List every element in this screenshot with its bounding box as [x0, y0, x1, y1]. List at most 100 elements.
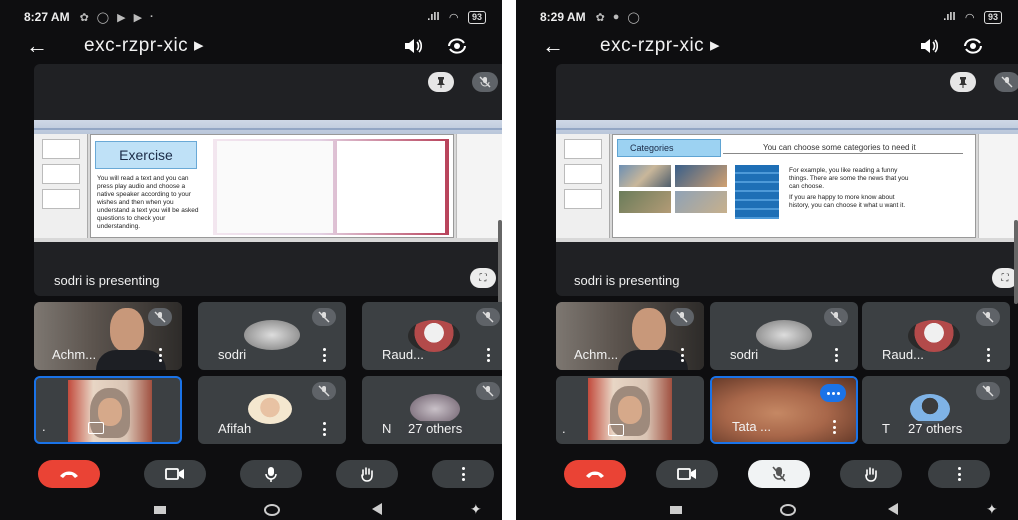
home-icon[interactable] [780, 504, 796, 516]
more-vert-icon[interactable] [158, 348, 162, 362]
scrollbar[interactable] [1014, 220, 1018, 304]
shared-slide: Exercise You will read a text and you ca… [34, 120, 502, 242]
raise-hand-button[interactable] [336, 460, 398, 488]
scrollbar[interactable] [498, 220, 502, 304]
more-vert-icon[interactable] [986, 348, 990, 362]
more-vert-icon[interactable] [322, 348, 326, 362]
arrow-left-icon[interactable]: ← [542, 34, 564, 58]
more-vert-icon[interactable] [486, 348, 490, 362]
participant-tile[interactable]: Tata ... [710, 376, 858, 444]
android-nav-bar: ✦ [516, 498, 1018, 520]
camera-switch-icon[interactable] [88, 422, 104, 434]
end-call-button[interactable] [38, 460, 100, 488]
slide-side-pane [978, 134, 1018, 238]
end-call-button[interactable] [564, 460, 626, 488]
slide-subheading: You can choose some categories to need i… [763, 143, 916, 152]
more-vert-icon[interactable] [322, 422, 326, 436]
more-options-button[interactable] [928, 460, 990, 488]
more-vert-icon[interactable] [832, 420, 836, 434]
end-call-icon [586, 471, 604, 478]
presenting-label: sodri is presenting [574, 273, 680, 288]
participant-name: Raud... [382, 347, 424, 362]
avatar [410, 394, 460, 424]
slide-content: Categories You can choose some categorie… [612, 134, 976, 238]
flip-camera-icon[interactable] [446, 36, 468, 56]
self-video [68, 380, 152, 442]
presenting-label: sodri is presenting [54, 273, 160, 288]
participant-name: sodri [218, 347, 247, 362]
self-view-tile[interactable]: . [34, 376, 182, 444]
home-icon[interactable] [264, 504, 280, 516]
mic-off-icon [772, 466, 786, 482]
participant-name: . [562, 421, 566, 436]
fullscreen-icon[interactable]: ⛶ [470, 268, 496, 288]
accessibility-icon[interactable]: ✦ [470, 501, 482, 518]
signal-icon: .ıll [943, 11, 956, 23]
notification-icons: ✿ ● ◯ [595, 10, 640, 24]
pin-icon[interactable] [428, 72, 454, 92]
wifi-icon: ◠ [965, 11, 974, 24]
camera-switch-icon[interactable] [608, 424, 624, 436]
slide-bullets: For example, you like reading a funny th… [789, 167, 909, 210]
accessibility-icon[interactable]: ✦ [986, 501, 998, 518]
slide-side-pane [456, 134, 502, 238]
participant-tile[interactable]: Afifah [198, 376, 346, 444]
signal-icon: .ıll [427, 11, 440, 23]
pin-icon[interactable] [950, 72, 976, 92]
ppt-ribbon [34, 120, 502, 134]
mic-off-icon [976, 382, 1000, 400]
participant-tile[interactable]: sodri [710, 302, 858, 370]
mic-off-icon [670, 308, 694, 326]
participant-name: Achm... [52, 347, 97, 362]
category-images [619, 165, 727, 213]
participant-tile[interactable]: Achm... [556, 302, 704, 370]
more-vert-icon[interactable] [834, 348, 838, 362]
notification-icons: ✿ ◯ ▶ ▶ · [79, 10, 154, 24]
others-tile[interactable]: T 27 others [862, 376, 1010, 444]
status-time: 8:29 AM [540, 10, 586, 24]
presentation-stage[interactable]: Exercise You will read a text and you ca… [34, 64, 502, 296]
speaker-icon[interactable] [918, 36, 940, 56]
camera-icon [165, 468, 184, 480]
status-bar: 8:27 AM ✿ ◯ ▶ ▶ · .ıll ◠ 93 [0, 0, 502, 34]
divider [723, 153, 963, 154]
slide-bullet: For example, you like reading a funny th… [789, 167, 909, 190]
recents-icon[interactable] [670, 506, 682, 514]
participant-tile[interactable]: Raud... [862, 302, 1010, 370]
participant-tile[interactable]: sodri [198, 302, 346, 370]
mic-button[interactable] [240, 460, 302, 488]
slide-bullet: If you are happy to more know about hist… [789, 194, 906, 209]
recents-icon[interactable] [154, 506, 166, 514]
meeting-header: ← exc-rzpr-xic ▸ [0, 34, 502, 60]
participant-name: . [42, 419, 46, 434]
slide-thumbnails [34, 134, 88, 238]
participant-tile[interactable]: Raud... [362, 302, 502, 370]
more-vert-icon [957, 467, 961, 481]
flip-camera-icon[interactable] [962, 36, 984, 56]
camera-button[interactable] [144, 460, 206, 488]
back-icon[interactable] [372, 503, 382, 515]
meeting-code[interactable]: exc-rzpr-xic ▸ [84, 34, 204, 58]
mic-off-icon [824, 308, 848, 326]
mic-button[interactable] [748, 460, 810, 488]
participant-tile[interactable]: Achm... [34, 302, 182, 370]
mic-off-icon [312, 382, 336, 400]
avatar [910, 394, 950, 424]
camera-button[interactable] [656, 460, 718, 488]
more-vert-icon[interactable] [680, 348, 684, 362]
wifi-icon: ◠ [449, 11, 458, 24]
back-icon[interactable] [888, 503, 898, 515]
more-options-button[interactable] [432, 460, 494, 488]
raise-hand-icon [865, 467, 877, 482]
presentation-stage[interactable]: Categories You can choose some categorie… [556, 64, 1018, 296]
raise-hand-button[interactable] [840, 460, 902, 488]
arrow-left-icon[interactable]: ← [26, 34, 48, 58]
speaker-icon[interactable] [402, 36, 424, 56]
self-view-tile[interactable]: . [556, 376, 704, 444]
participant-name: sodri [730, 347, 759, 362]
battery-icon: 93 [467, 10, 486, 24]
others-tile[interactable]: N 27 others [362, 376, 502, 444]
mic-off-icon [312, 308, 336, 326]
meeting-code[interactable]: exc-rzpr-xic ▸ [600, 34, 720, 58]
avatar [248, 394, 292, 424]
